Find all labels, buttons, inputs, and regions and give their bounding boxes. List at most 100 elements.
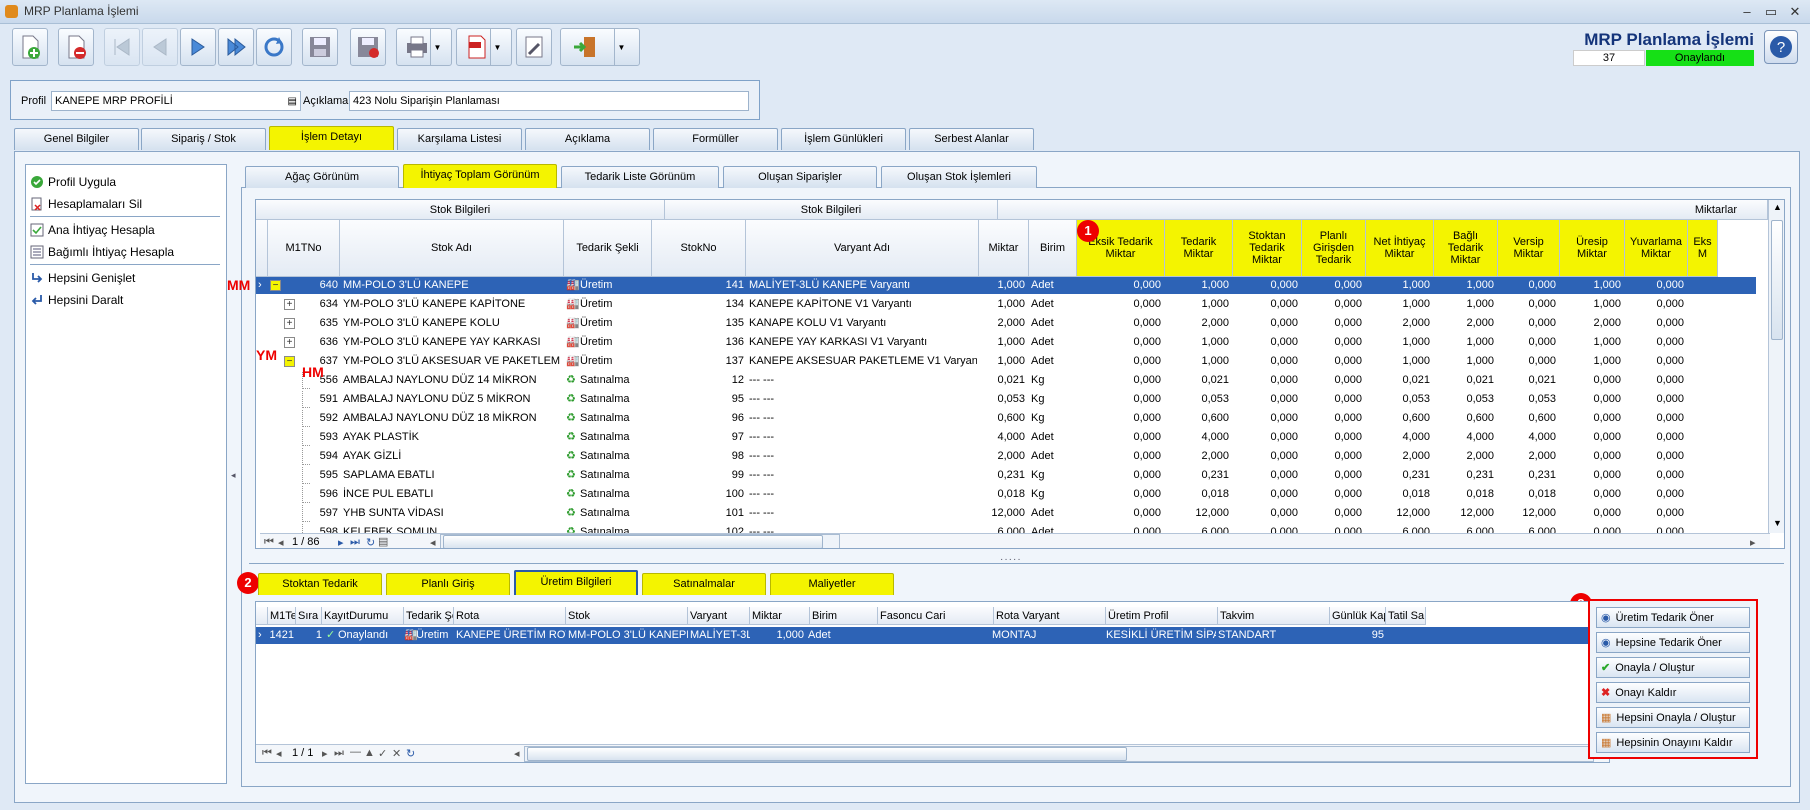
sidebar-item-hesaplamalari-sil[interactable]: Hesaplamaları Sil (30, 195, 142, 213)
last-page-icon[interactable]: ⏭ (334, 747, 344, 760)
column-header[interactable]: Miktar (979, 220, 1029, 277)
column-header[interactable]: Eks M (1688, 220, 1718, 277)
splitter-handle[interactable]: ◂ (231, 470, 236, 481)
table-row[interactable]: 593 AYAK PLASTİK ♻ Satınalma 97 --- --- 4,000 A… (256, 429, 1756, 446)
first-page-icon[interactable]: ⏮ (264, 536, 274, 548)
column-header[interactable]: Stoktan Tedarik Miktar (1233, 220, 1302, 277)
next-page-icon[interactable]: ▸ (322, 747, 328, 760)
lookup-icon[interactable]: ▤ (288, 93, 297, 111)
column-header[interactable]: Varyant Adı (746, 220, 979, 277)
column-header[interactable]: Planlı Girişden Tedarik (1302, 220, 1366, 277)
maximize-button[interactable]: ▭ (1760, 3, 1782, 21)
table-row[interactable]: 556 AMBALAJ NAYLONU DÜZ 14 MİKRON ♻ Satınal… (256, 372, 1756, 389)
column-header[interactable]: Günlük Kapa (1330, 607, 1386, 625)
table-row[interactable]: 592 AMBALAJ NAYLONU DÜZ 18 MİKRON ♻ Satınal… (256, 410, 1756, 427)
refresh-icon[interactable]: ↻ (366, 536, 375, 548)
first-page-icon[interactable]: ⏮ (262, 747, 272, 760)
sidebar-item-bagimli-ihtiyac-hesapla[interactable]: Bağımlı İhtiyaç Hesapla (30, 243, 174, 261)
table-row[interactable]: +634 YM-POLO 3'LÜ KANEPE KAPİTONE 🏭 Üretim 1… (256, 296, 1756, 313)
column-header[interactable]: Net İhtiyaç Miktar (1366, 220, 1434, 277)
scroll-left-icon[interactable]: ◂ (430, 536, 436, 548)
horizontal-scrollbar[interactable] (440, 534, 840, 548)
hepsinin-onayini-kaldir-button[interactable]: ▦ Hepsinin Onayını Kaldır (1596, 732, 1750, 753)
scrollbar-thumb[interactable] (1771, 220, 1783, 340)
tab-ihtiyac-toplam-gorunum[interactable]: İhtiyaç Toplam Görünüm (403, 164, 557, 188)
column-header[interactable]: Üresip Miktar (1560, 220, 1625, 277)
column-header[interactable]: Tedarik Miktar (1165, 220, 1233, 277)
print-button[interactable]: ▼ (396, 28, 452, 66)
prev-page-icon[interactable]: ◂ (276, 747, 282, 760)
column-header[interactable]: StokNo (652, 220, 746, 277)
chevron-down-icon[interactable]: ▼ (614, 29, 628, 65)
table-row[interactable]: 595 SAPLAMA EBATLI ♻ Satınalma 99 --- --- 0,23… (256, 467, 1756, 484)
column-header[interactable]: Takvim (1218, 607, 1330, 625)
tab-siparis-stok[interactable]: Sipariş / Stok (141, 128, 266, 150)
minimize-button[interactable]: – (1736, 3, 1758, 21)
scroll-left-icon[interactable]: ◂ (514, 747, 520, 760)
scrollbar-thumb[interactable] (443, 535, 823, 548)
sidebar-item-hepsini-daralt[interactable]: Hepsini Daralt (30, 291, 123, 309)
tab-maliyetler[interactable]: Maliyetler (770, 573, 894, 595)
help-button[interactable]: ? (1764, 30, 1798, 64)
scroll-up-icon[interactable]: ▲ (1773, 202, 1782, 212)
cancel-icon[interactable]: ✕ (392, 747, 401, 760)
column-header[interactable]: Sıra (296, 607, 322, 625)
close-button[interactable]: ✕ (1784, 3, 1806, 21)
move-up-icon[interactable]: ▲ (364, 747, 375, 759)
column-header[interactable]: Stok Adı (340, 220, 564, 277)
column-header[interactable]: Tatil Sa (1386, 607, 1426, 625)
tab-genel-bilgiler[interactable]: Genel Bilgiler (14, 128, 139, 150)
scrollbar-thumb[interactable] (527, 747, 1127, 761)
column-header[interactable]: Stok (566, 607, 688, 625)
column-header[interactable]: Miktar (750, 607, 810, 625)
chevron-down-icon[interactable]: ▼ (430, 29, 444, 65)
column-header[interactable]: Versip Miktar (1498, 220, 1560, 277)
remove-icon[interactable]: — (350, 746, 361, 758)
description-field[interactable]: 423 Nolu Siparişin Planlaması (349, 91, 749, 111)
column-header[interactable]: Varyant (688, 607, 750, 625)
tab-islem-detayi[interactable]: İşlem Detayı (269, 126, 394, 150)
table-row[interactable]: 594 AYAK GİZLİ ♻ Satınalma 98 --- --- 2,000 Ade… (256, 448, 1756, 465)
next-page-icon[interactable]: ▸ (338, 536, 344, 548)
refresh-button[interactable] (256, 28, 292, 66)
scroll-right-icon[interactable]: ▸ (1750, 536, 1756, 548)
tab-tedarik-liste-gorunum[interactable]: Tedarik Liste Görünüm (561, 166, 719, 188)
column-header[interactable]: M1Te (268, 607, 296, 625)
column-header[interactable]: Rota (454, 607, 566, 625)
tab-stoktan-tedarik[interactable]: Stoktan Tedarik (258, 573, 382, 595)
save-button[interactable] (302, 28, 338, 66)
chevron-down-icon[interactable]: ▼ (490, 29, 504, 65)
export-pdf-button[interactable]: ▼ (456, 28, 512, 66)
tab-islem-gunlukleri[interactable]: İşlem Günlükleri (781, 128, 906, 150)
new-record-button[interactable] (12, 28, 48, 66)
column-header[interactable]: Bağlı Tedarik Miktar (1434, 220, 1498, 277)
confirm-icon[interactable]: ✓ (378, 747, 387, 760)
tab-uretim-bilgileri[interactable]: Üretim Bilgileri (514, 570, 638, 595)
table-row[interactable]: − › 640 MM-POLO 3'LÜ KANEPE 🏭 Üretim 141 MALİYE… (256, 277, 1756, 294)
table-row[interactable]: › 1421 1 ✓ Onaylandı 🏭 Üretim KANEPE ÜRE… (256, 627, 1596, 644)
tab-serbest-alanlar[interactable]: Serbest Alanlar (909, 128, 1034, 150)
column-header[interactable]: Üretim Profil (1106, 607, 1218, 625)
first-record-button[interactable] (104, 28, 140, 66)
column-header[interactable]: KayıtDurumu (322, 607, 404, 625)
save-layout-icon[interactable]: ▤ (378, 535, 388, 548)
onayla-olustur-button[interactable]: ✔ Onayla / Oluştur (1596, 657, 1750, 678)
column-header[interactable]: Birim (1029, 220, 1077, 277)
table-row[interactable]: 597 YHB SUNTA VİDASI ♻ Satınalma 101 --- --- 1… (256, 505, 1756, 522)
settings-button[interactable] (516, 28, 552, 66)
table-row[interactable]: 596 İNCE PUL EBATLI ♻ Satınalma 100 --- --- 0,… (256, 486, 1756, 503)
profile-field[interactable]: KANEPE MRP PROFİLİ ▤ (51, 91, 301, 111)
column-header[interactable]: Birim (810, 607, 878, 625)
row-indicator-header[interactable] (256, 607, 268, 625)
hepsini-onayla-olustur-button[interactable]: ▦ Hepsini Onayla / Oluştur (1596, 707, 1750, 728)
tab-satinalmalar[interactable]: Satınalmalar (642, 573, 766, 595)
row-indicator-header[interactable] (256, 220, 268, 277)
column-header[interactable]: Fasoncu Cari (878, 607, 994, 625)
delete-record-button[interactable] (58, 28, 94, 66)
column-header[interactable]: Tedarik Şekli (564, 220, 652, 277)
column-header[interactable]: Rota Varyant (994, 607, 1106, 625)
exit-button[interactable]: ▼ (560, 28, 640, 66)
prev-page-icon[interactable]: ◂ (278, 536, 284, 548)
horizontal-scrollbar[interactable] (524, 746, 1594, 762)
table-row[interactable]: −637 YM-POLO 3'LÜ AKSESUAR VE PAKETLEME 🏭 Ü… (256, 353, 1756, 370)
